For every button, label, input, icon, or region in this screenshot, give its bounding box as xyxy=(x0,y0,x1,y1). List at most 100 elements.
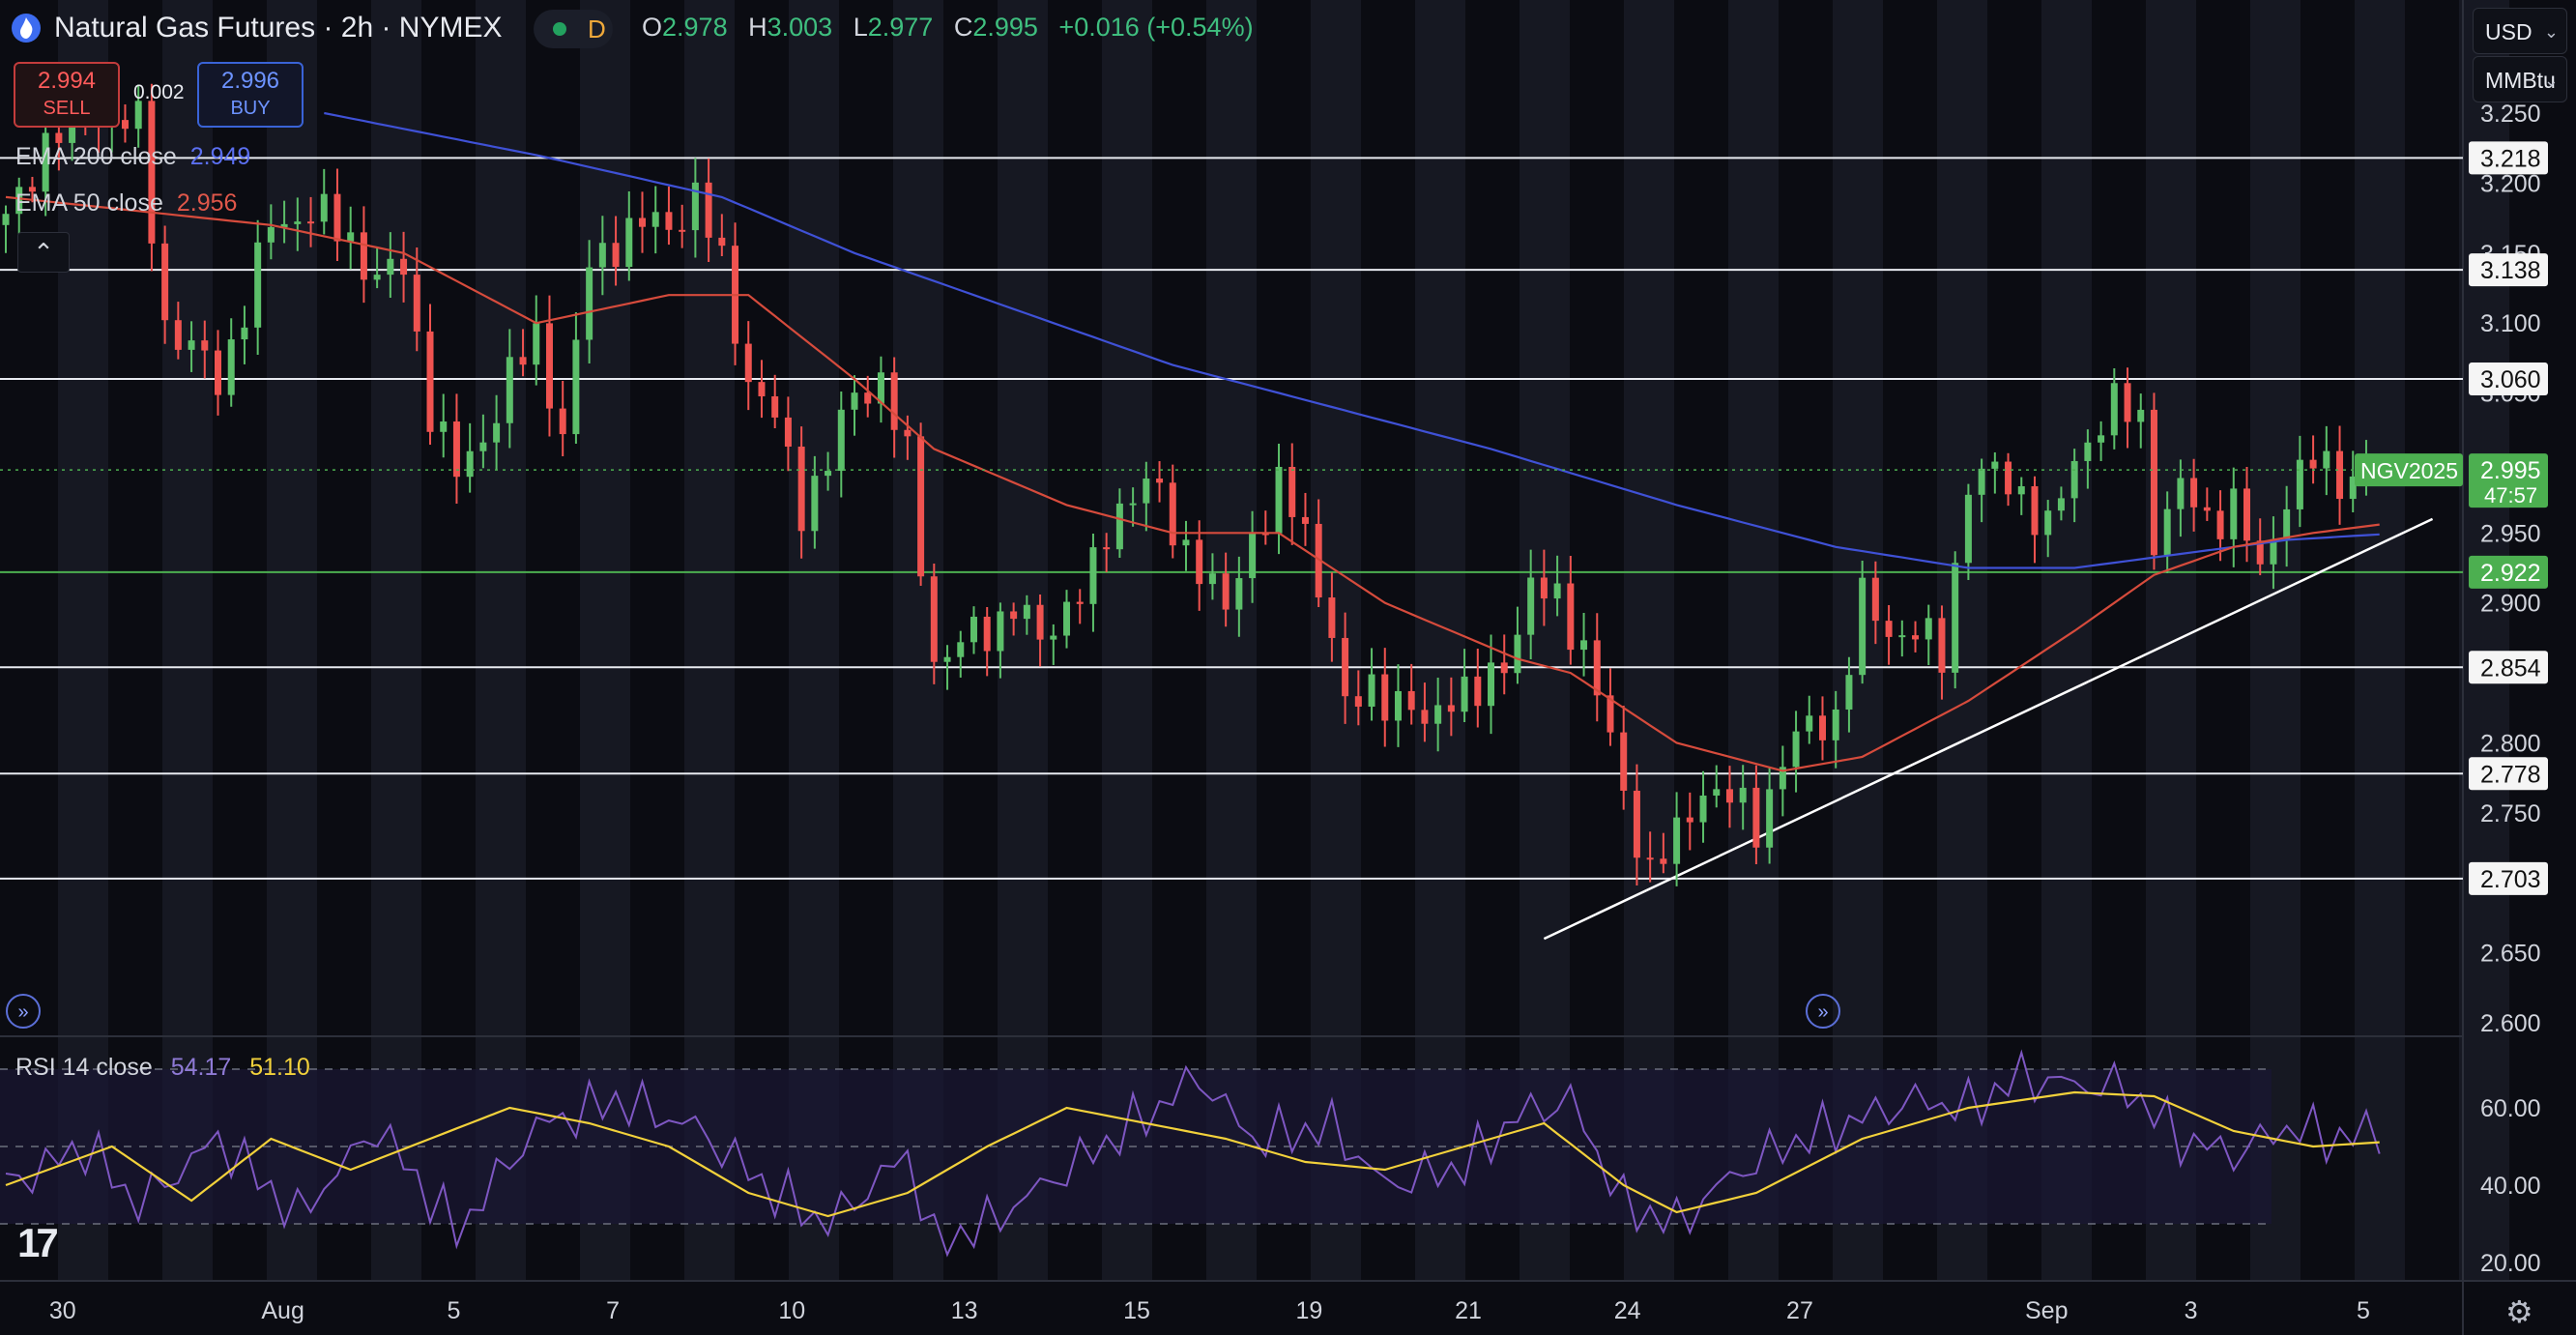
candle-body xyxy=(1500,662,1508,674)
tradingview-logo: 17 xyxy=(17,1220,59,1265)
currency-select[interactable]: USD ⌄ xyxy=(2473,8,2567,54)
ema50-legend[interactable]: EMA 50 close 2.956 xyxy=(15,189,237,218)
rsi-label: RSI 14 close xyxy=(15,1054,153,1081)
gear-icon[interactable]: ⚙ xyxy=(2505,1293,2533,1330)
candle-body xyxy=(1514,634,1521,674)
candle-body xyxy=(1686,817,1693,823)
candle-body xyxy=(997,611,1004,652)
candle-body xyxy=(1553,583,1561,599)
time-tick-label: 19 xyxy=(1295,1297,1322,1324)
market-status-badge[interactable]: D xyxy=(534,10,613,48)
time-tick-label: Sep xyxy=(2025,1297,2068,1324)
candle-body xyxy=(1288,466,1296,517)
candle-body xyxy=(2098,435,2105,443)
candle-body xyxy=(506,357,513,423)
candle-body xyxy=(1461,676,1468,712)
candle-body xyxy=(1593,640,1601,696)
candle-body xyxy=(1859,577,1867,676)
time-tick-label: 3 xyxy=(2185,1297,2198,1324)
sell-button[interactable]: 2.994 SELL xyxy=(14,62,120,128)
candle-body xyxy=(1991,461,1999,469)
candle-body xyxy=(545,323,553,409)
chevron-up-icon: ⌃ xyxy=(33,238,54,267)
close-value: 2.995 xyxy=(972,13,1038,42)
candle-body xyxy=(426,331,434,432)
buy-button[interactable]: 2.996 BUY xyxy=(197,62,304,128)
price-tick-label: 2.600 xyxy=(2480,1010,2541,1037)
candle-body xyxy=(188,340,195,350)
candle-body xyxy=(2216,510,2224,539)
candle-body xyxy=(705,182,712,238)
candle-body xyxy=(400,258,408,276)
candle-body xyxy=(452,421,460,478)
candle-body xyxy=(2190,478,2198,508)
candle-body xyxy=(1739,787,1747,803)
candle-body xyxy=(1275,466,1283,534)
collapse-legend-button[interactable]: ⌃ xyxy=(17,232,70,273)
time-tick-label: 27 xyxy=(1786,1297,1813,1324)
price-tick-label: 2.900 xyxy=(2480,591,2541,618)
level-price-label: 2.854 xyxy=(2480,654,2541,682)
candle-body xyxy=(559,408,566,435)
flame-icon xyxy=(12,14,41,43)
candle-body xyxy=(665,212,673,230)
candle-body xyxy=(55,132,63,143)
candle-body xyxy=(1023,604,1030,620)
candle-body xyxy=(2230,488,2238,539)
unit-select[interactable]: MMBtu ⌄ xyxy=(2473,56,2567,102)
market-open-dot-icon xyxy=(553,22,566,36)
ema200-legend[interactable]: EMA 200 close 2.949 xyxy=(15,143,250,171)
level-price-label: 3.060 xyxy=(2480,366,2541,393)
time-tick-label: 21 xyxy=(1455,1297,1482,1324)
candle-body xyxy=(890,372,898,430)
candle-body xyxy=(758,382,766,396)
candle-body xyxy=(1208,573,1216,585)
candle-body xyxy=(2296,459,2303,509)
candle-body xyxy=(1832,709,1839,740)
candle-body xyxy=(2070,460,2078,499)
level-price-label: 2.922 xyxy=(2480,560,2541,587)
candle-body xyxy=(1898,635,1906,638)
price-tick-label: 2.650 xyxy=(2480,941,2541,968)
open-value: 2.978 xyxy=(662,13,728,42)
candle-body xyxy=(784,417,792,448)
candle-body xyxy=(1912,635,1920,640)
candle-body xyxy=(1938,618,1946,673)
ema50-line xyxy=(5,195,2380,772)
candle-body xyxy=(1222,573,1230,610)
candle-body xyxy=(241,327,248,340)
candle-body xyxy=(2,214,10,225)
time-tick-label: 7 xyxy=(606,1297,620,1324)
candle-body xyxy=(1660,858,1667,864)
candle-body xyxy=(612,243,620,268)
candle-body xyxy=(1368,674,1375,707)
candle-body xyxy=(2110,383,2118,436)
candle-body xyxy=(360,232,367,280)
symbol-title[interactable]: Natural Gas Futures · 2h · NYMEX xyxy=(54,12,502,44)
price-tick-label: 3.250 xyxy=(2480,101,2541,128)
candle-body xyxy=(837,409,845,472)
candle-body xyxy=(917,436,925,577)
candle-body xyxy=(493,422,501,443)
candle-body xyxy=(943,656,951,662)
candle-body xyxy=(2323,450,2330,469)
candle-body xyxy=(466,450,474,478)
candle-body xyxy=(1952,563,1959,673)
rsi-legend[interactable]: RSI 14 close 54.17 51.10 xyxy=(15,1054,310,1082)
candle-body xyxy=(2005,461,2012,495)
go-to-start-icon[interactable]: » xyxy=(6,994,41,1029)
time-tick-label: 10 xyxy=(778,1297,805,1324)
candle-body xyxy=(625,218,633,268)
candle-body xyxy=(294,221,302,224)
chart-canvas[interactable]: 3.2503.2003.1503.1003.0503.0002.9502.900… xyxy=(0,0,2576,1335)
candle-body xyxy=(2057,498,2065,511)
candle-body xyxy=(1342,637,1349,697)
current-price-label: 2.995 xyxy=(2480,457,2541,484)
candle-body xyxy=(718,237,726,247)
candle-body xyxy=(1010,611,1018,620)
time-tick-label: 24 xyxy=(1614,1297,1641,1324)
go-to-realtime-icon[interactable]: » xyxy=(1806,994,1840,1029)
ema200-value: 2.949 xyxy=(189,143,251,170)
candle-body xyxy=(1381,674,1389,721)
close-key: C xyxy=(953,13,973,42)
